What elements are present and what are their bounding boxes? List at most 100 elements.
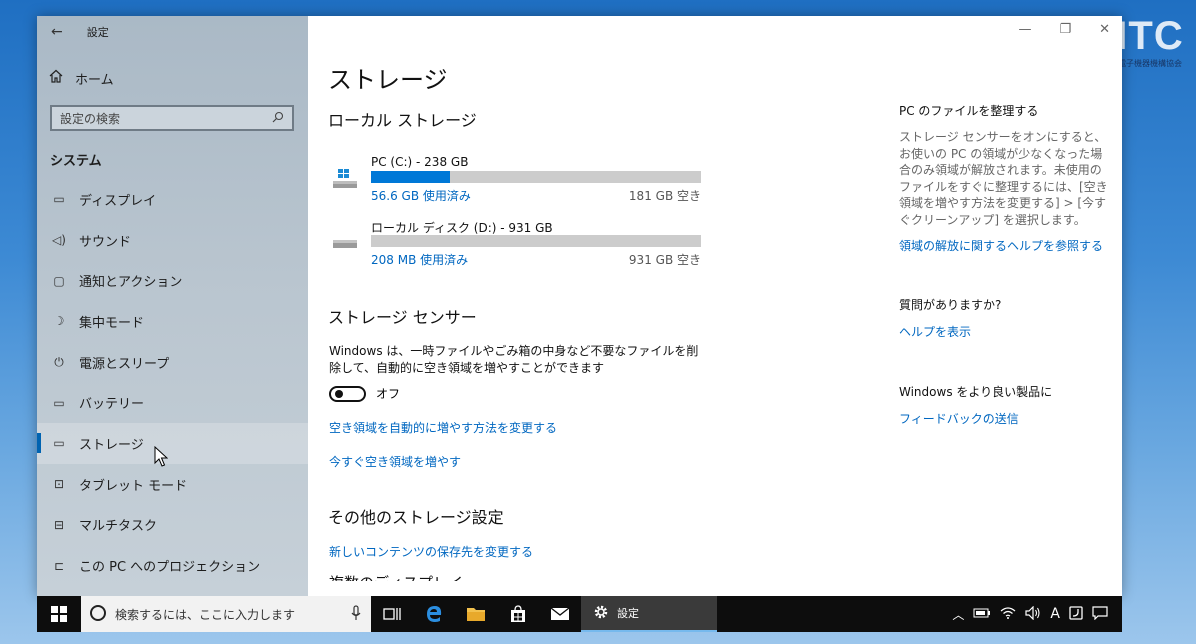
drive-free: 931 GB 空き xyxy=(628,253,701,267)
minimize-icon[interactable]: — xyxy=(1018,22,1031,37)
drive-name: PC (C:) - 238 GB xyxy=(371,155,469,169)
display-icon: ▭ xyxy=(53,192,65,207)
storage-sense-description: Windows は、一時ファイルやごみ箱の中身など不要なファイルを削除して、自動… xyxy=(329,344,699,375)
restore-icon[interactable]: ❐ xyxy=(1059,22,1071,37)
multitask-icon: ⊟ xyxy=(53,517,65,532)
power-icon: ⏻ xyxy=(54,354,64,369)
settings-search-input[interactable]: 設定の検索 xyxy=(50,105,294,131)
sidebar: ← 設定 ホーム 設定の検索 システム ▭ ディスプレイ ◁) サウンド ▢ 通知とアクシ… xyxy=(37,16,308,596)
sidebar-item-label: バッテリー xyxy=(79,397,145,413)
sidebar-item-7[interactable]: ⊡ タブレット モード xyxy=(37,464,308,505)
home-icon xyxy=(49,69,63,87)
sidebar-item-label: 電源とスリープ xyxy=(79,356,170,372)
file-explorer-icon[interactable] xyxy=(455,596,497,632)
sidebar-item-4[interactable]: ⏻ 電源とスリープ xyxy=(37,342,308,383)
moon-icon: ☽ xyxy=(53,314,65,329)
chevron-up-icon[interactable]: ︿ xyxy=(952,606,964,623)
mail-icon[interactable] xyxy=(539,596,581,632)
ime-indicator[interactable]: A xyxy=(1050,606,1060,622)
storage-icon: ▭ xyxy=(53,436,65,451)
taskbar-search-input[interactable]: 検索するには、ここに入力します xyxy=(81,596,371,632)
search-placeholder: 設定の検索 xyxy=(60,111,121,126)
question-heading: 質問がありますか? xyxy=(899,298,1002,312)
sidebar-item-1[interactable]: ◁) サウンド xyxy=(37,220,308,261)
sidebar-item-label: 集中モード xyxy=(79,315,145,331)
close-icon[interactable]: ✕ xyxy=(1099,22,1110,37)
cortana-icon xyxy=(89,604,107,625)
section-title-system: システム xyxy=(50,154,102,169)
drive-used: 56.6 GB 使用済み xyxy=(371,189,471,203)
toggle-state-label: オフ xyxy=(376,387,401,401)
main-content: — ❐ ✕ ストレージ ローカル ストレージ PC (C:) - 238 GB … xyxy=(308,16,1122,596)
sidebar-item-label: サウンド xyxy=(79,234,132,250)
action-center-icon[interactable] xyxy=(1092,605,1108,623)
organize-heading: PC のファイルを整理する xyxy=(899,104,1039,118)
sidebar-item-5[interactable]: ▭ バッテリー xyxy=(37,382,308,423)
mouse-cursor-icon xyxy=(154,446,168,467)
organize-help-link[interactable]: 領域の解放に関するヘルプを参照する xyxy=(899,237,1109,254)
battery-tray-icon[interactable] xyxy=(973,607,991,621)
storage-sense-heading: ストレージ センサー xyxy=(328,308,477,327)
drive-used: 208 MB 使用済み xyxy=(371,253,469,267)
sidebar-item-0[interactable]: ▭ ディスプレイ xyxy=(37,179,308,220)
sidebar-item-2[interactable]: ▢ 通知とアクション xyxy=(37,260,308,301)
drive-usage-bar xyxy=(371,171,701,183)
sidebar-nav: ▭ ディスプレイ ◁) サウンド ▢ 通知とアクション ☽ 集中モード ⏻ 電源とスリープ ▭ バッテ… xyxy=(37,179,308,586)
right-panel: PC のファイルを整理する ストレージ センサーをオンにすると、お使いの PC … xyxy=(899,102,1109,427)
other-storage-heading: その他のストレージ設定 xyxy=(328,508,504,527)
change-save-location-link[interactable]: 新しいコンテンツの保存先を変更する xyxy=(329,543,533,560)
projection-icon: ⊏ xyxy=(53,558,65,573)
disk-drive-icon xyxy=(332,235,358,254)
sidebar-item-label: ストレージ xyxy=(79,437,144,453)
sidebar-item-label: この PC へのプロジェクション xyxy=(79,560,261,576)
start-button[interactable] xyxy=(37,596,81,632)
storage-sense-toggle-row: オフ xyxy=(329,385,400,402)
taskbar: 検索するには、ここに入力します 設定 ︿ A xyxy=(37,596,1122,632)
task-view-icon[interactable] xyxy=(371,596,413,632)
feedback-link[interactable]: フィードバックの送信 xyxy=(899,410,1109,427)
free-space-now-link[interactable]: 今すぐ空き領域を増やす xyxy=(329,453,461,470)
local-storage-heading: ローカル ストレージ xyxy=(328,111,477,130)
drive-name: ローカル ディスク (D:) - 931 GB xyxy=(371,221,553,235)
ime-mode-icon[interactable] xyxy=(1069,605,1083,623)
sidebar-item-label: タブレット モード xyxy=(79,478,188,494)
better-heading: Windows をより良い製品に xyxy=(899,385,1053,399)
sidebar-item-3[interactable]: ☽ 集中モード xyxy=(37,301,308,342)
drive-c[interactable]: PC (C:) - 238 GB 56.6 GB 使用済み 181 GB 空き xyxy=(328,155,708,207)
microphone-icon[interactable] xyxy=(351,604,361,624)
toggle-knob xyxy=(335,389,343,398)
taskbar-search-placeholder: 検索するには、ここに入力します xyxy=(115,607,296,622)
home-label: ホーム xyxy=(75,72,114,88)
back-arrow-icon[interactable]: ← xyxy=(51,24,63,40)
search-icon xyxy=(272,111,284,126)
sidebar-item-label: ディスプレイ xyxy=(79,193,157,209)
sidebar-item-9[interactable]: ⊏ この PC へのプロジェクション xyxy=(37,545,308,586)
taskbar-app-label: 設定 xyxy=(617,607,639,620)
window-title: 設定 xyxy=(86,26,109,39)
sidebar-item-home[interactable]: ホーム xyxy=(49,67,114,89)
sidebar-item-8[interactable]: ⊟ マルチタスク xyxy=(37,505,308,546)
gear-icon xyxy=(593,604,609,623)
sound-icon: ◁) xyxy=(52,233,66,248)
windows-logo-icon xyxy=(51,606,67,622)
help-link[interactable]: ヘルプを表示 xyxy=(899,323,1109,340)
edge-icon[interactable] xyxy=(413,596,455,632)
title-bar: ← 設定 xyxy=(51,24,109,40)
organize-text: ストレージ センサーをオンにすると、お使いの PC の領域が少なくなった場合のみ… xyxy=(899,130,1108,227)
sidebar-item-label: 通知とアクション xyxy=(79,275,183,291)
page-title: ストレージ xyxy=(328,66,448,94)
store-icon[interactable] xyxy=(497,596,539,632)
change-auto-free-link[interactable]: 空き領域を自動的に増やす方法を変更する xyxy=(329,419,557,436)
battery-icon: ▭ xyxy=(53,395,65,410)
drive-usage-fill xyxy=(371,171,450,183)
background-logo: ITC 電子機器機構協会 xyxy=(1112,14,1188,69)
window-controls: — ❐ ✕ xyxy=(1018,22,1110,37)
notification-icon: ▢ xyxy=(53,273,65,288)
storage-sense-toggle[interactable] xyxy=(329,385,366,402)
drive-d[interactable]: ローカル ディスク (D:) - 931 GB 208 MB 使用済み 931 … xyxy=(328,219,708,271)
volume-icon[interactable] xyxy=(1025,605,1041,623)
sidebar-item-6[interactable]: ▭ ストレージ xyxy=(37,423,308,464)
wifi-icon[interactable] xyxy=(1000,606,1016,622)
logo-text: ITC xyxy=(1116,14,1184,58)
taskbar-settings-app[interactable]: 設定 xyxy=(581,596,717,632)
